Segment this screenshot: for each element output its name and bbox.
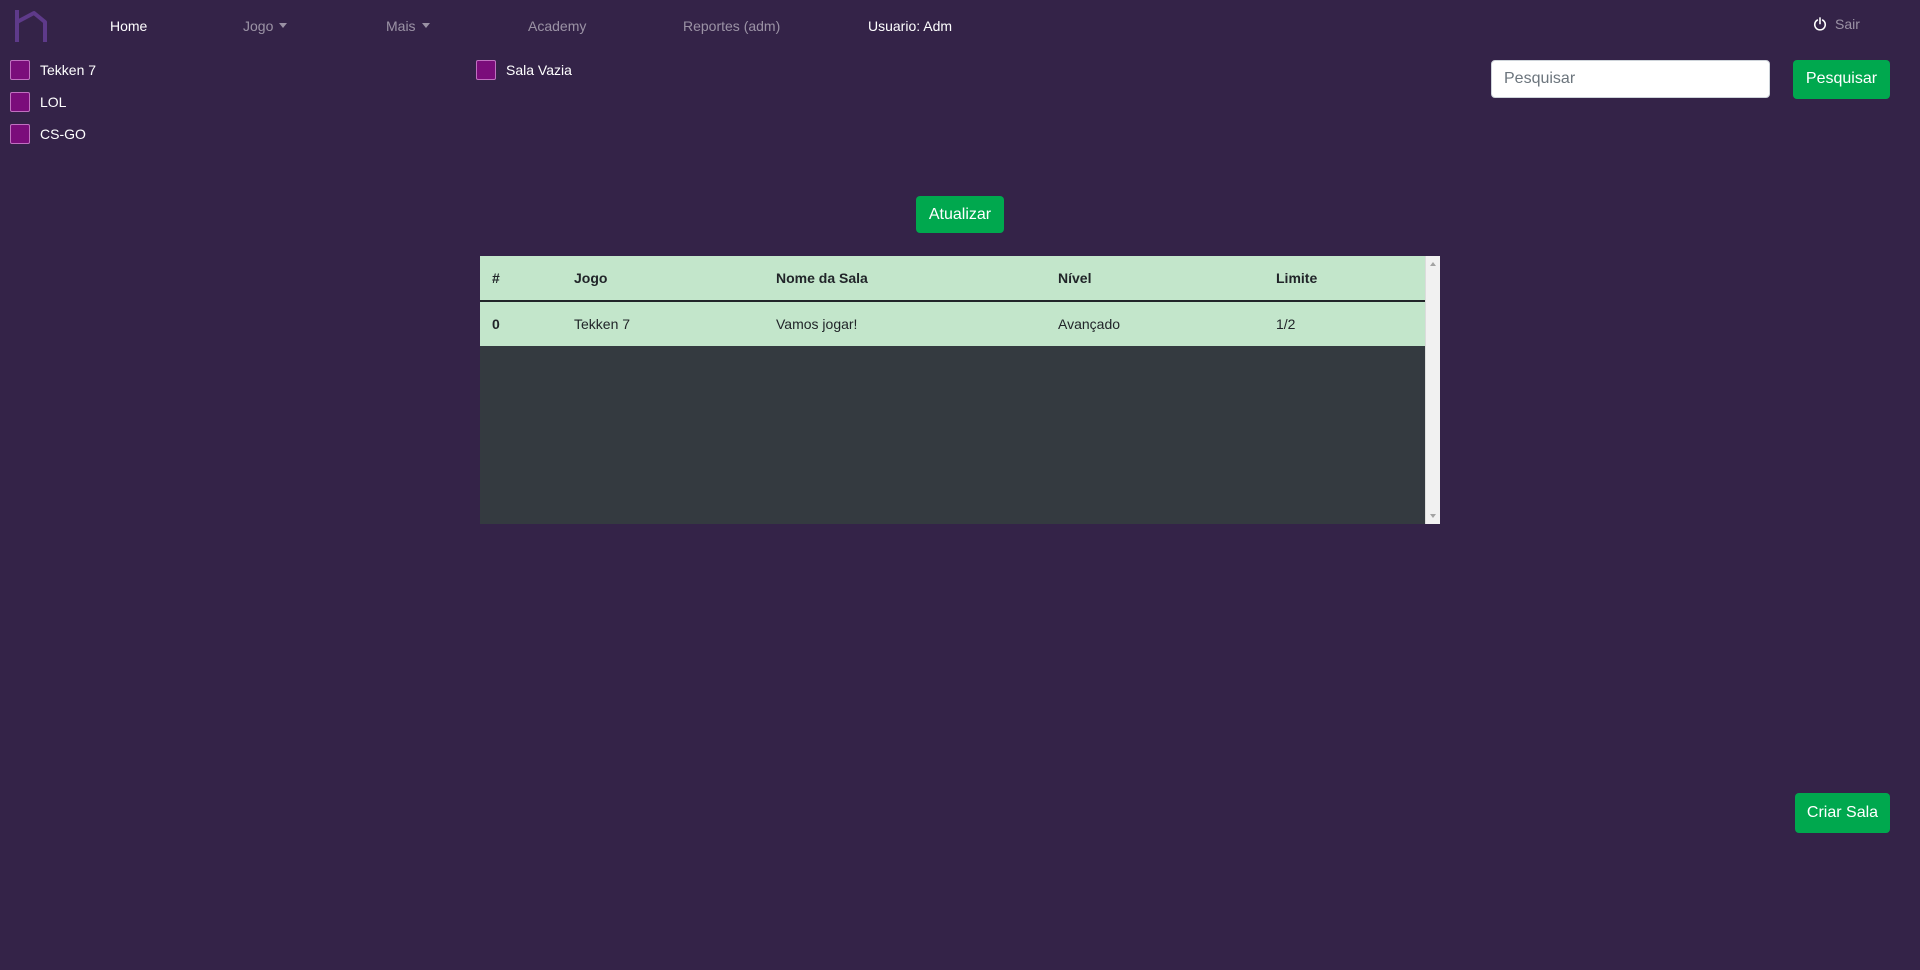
logout-link[interactable]: Sair: [1813, 16, 1860, 32]
column-header-limit: Limite: [1264, 256, 1425, 302]
column-header-level: Nível: [1046, 256, 1264, 302]
user-label: Usuario: Adm: [868, 18, 953, 34]
table-scrollbar[interactable]: [1425, 256, 1440, 524]
cell-limit: 1/2: [1264, 301, 1425, 346]
column-header-index: #: [480, 256, 562, 302]
cell-room-name: Vamos jogar!: [764, 301, 1046, 346]
brand-logo-icon[interactable]: [14, 8, 48, 44]
filter-label: Tekken 7: [40, 62, 97, 78]
column-header-game: Jogo: [562, 256, 764, 302]
nav-jogo-dropdown[interactable]: Jogo: [243, 17, 288, 35]
logout-label: Sair: [1835, 16, 1860, 32]
nav-jogo-label: Jogo: [243, 18, 274, 34]
rooms-table: # Jogo Nome da Sala Nível Limite 0 Tekke…: [480, 256, 1425, 346]
nav-mais-dropdown[interactable]: Mais: [386, 17, 430, 35]
table-row[interactable]: 0 Tekken 7 Vamos jogar! Avançado 1/2: [480, 301, 1425, 346]
nav-academy[interactable]: Academy: [528, 17, 586, 35]
table-header-row: # Jogo Nome da Sala Nível Limite: [480, 256, 1425, 302]
checkbox[interactable]: [10, 92, 30, 112]
cell-level: Avançado: [1046, 301, 1264, 346]
checkbox[interactable]: [476, 60, 496, 80]
search-button[interactable]: Pesquisar: [1793, 60, 1890, 99]
filter-lol[interactable]: LOL: [10, 92, 66, 112]
checkbox[interactable]: [10, 60, 30, 80]
chevron-down-icon: [279, 23, 288, 28]
page: Home Jogo Mais Academy Reportes (adm) Us…: [0, 0, 1920, 970]
filter-cs-go[interactable]: CS-GO: [10, 124, 86, 144]
filter-label: LOL: [40, 94, 67, 110]
nav-mais-label: Mais: [386, 18, 416, 34]
filter-tekken-7[interactable]: Tekken 7: [10, 60, 96, 80]
refresh-button[interactable]: Atualizar: [916, 196, 1004, 233]
nav-reportes[interactable]: Reportes (adm): [683, 17, 780, 35]
navbar: Home Jogo Mais Academy Reportes (adm) Us…: [0, 0, 1920, 52]
filter-label: CS-GO: [40, 126, 86, 142]
search-input[interactable]: [1491, 60, 1770, 98]
filter-label: Sala Vazia: [506, 62, 572, 78]
column-header-room-name: Nome da Sala: [764, 256, 1046, 302]
chevron-down-icon: [421, 23, 430, 28]
cell-game: Tekken 7: [562, 301, 764, 346]
scroll-up-arrow-icon[interactable]: [1430, 262, 1436, 266]
create-room-button[interactable]: Criar Sala: [1795, 793, 1890, 833]
scroll-down-arrow-icon[interactable]: [1430, 514, 1436, 518]
power-icon: [1813, 17, 1827, 31]
filter-sala-vazia[interactable]: Sala Vazia: [476, 60, 572, 80]
rooms-table-container: # Jogo Nome da Sala Nível Limite 0 Tekke…: [480, 256, 1440, 524]
nav-home[interactable]: Home: [110, 17, 147, 35]
checkbox[interactable]: [10, 124, 30, 144]
cell-index: 0: [480, 301, 562, 346]
